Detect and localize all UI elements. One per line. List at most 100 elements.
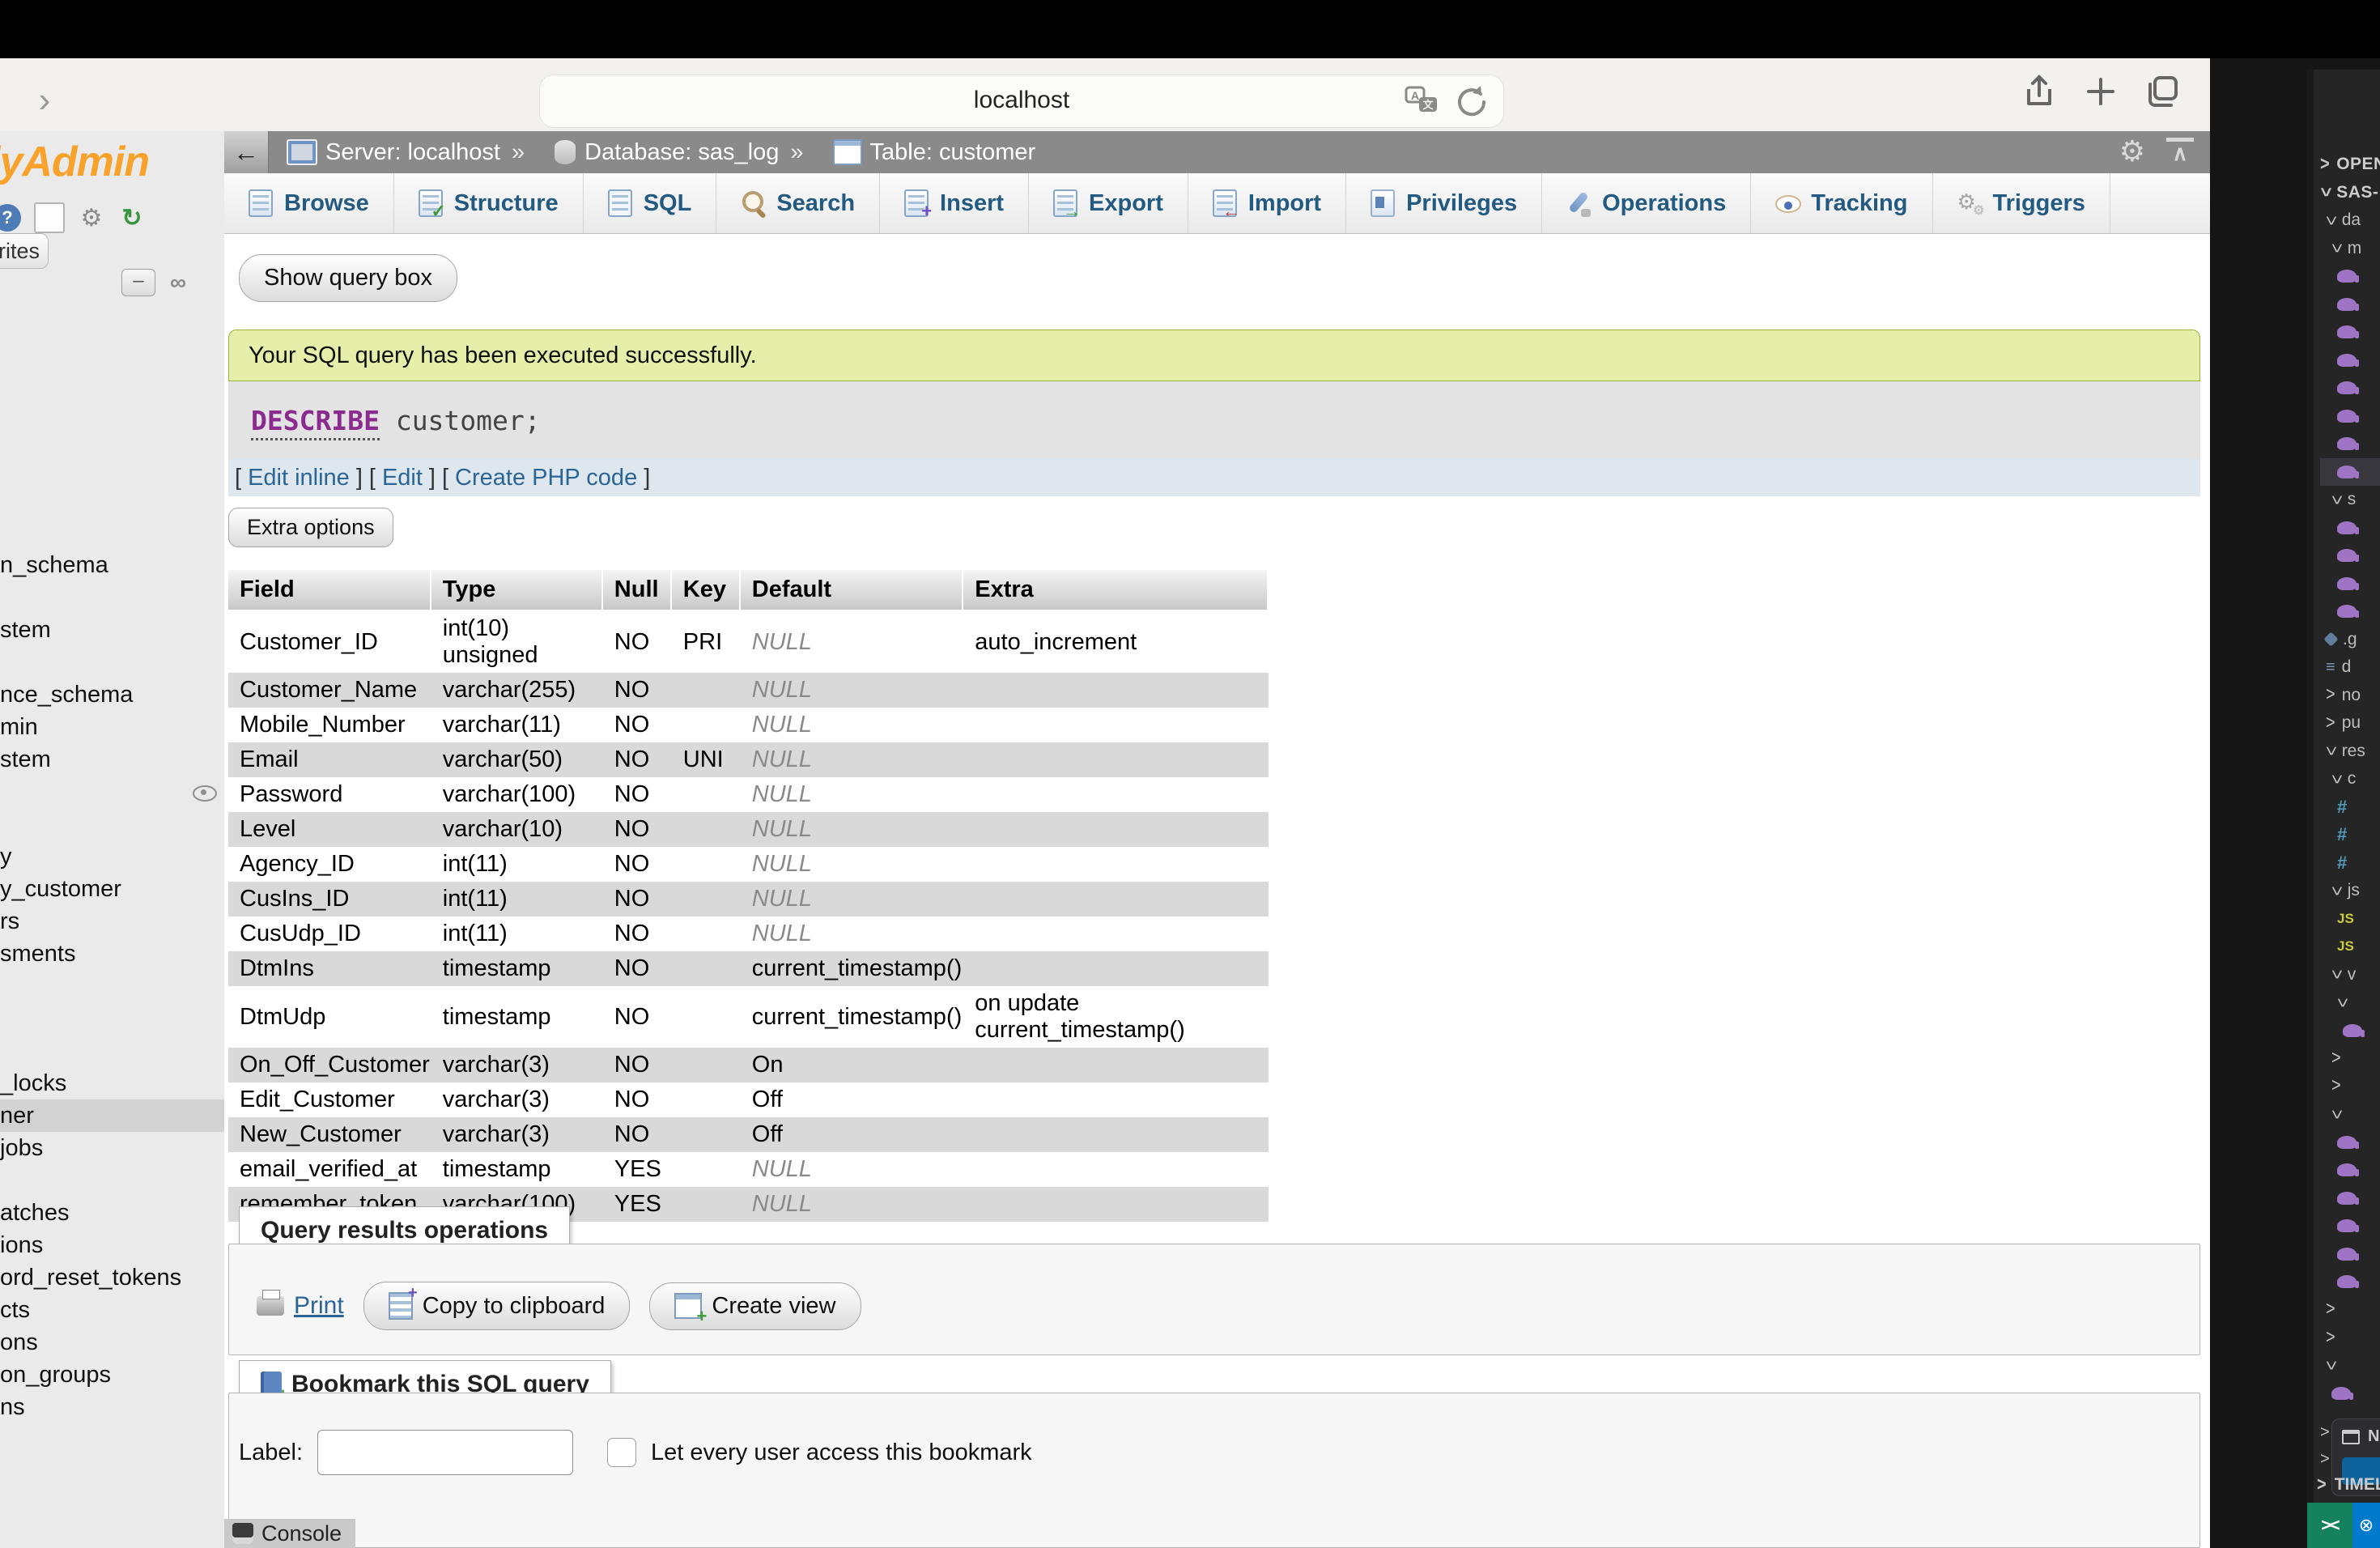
db-tree-item[interactable]: stem [0, 614, 224, 646]
table-row[interactable]: DtmUdptimestampNOcurrent_timestamp()on u… [228, 986, 1269, 1048]
eye-icon[interactable] [193, 785, 217, 802]
table-row[interactable]: On_Off_Customervarchar(3)NOOn [228, 1048, 1269, 1082]
explorer-row[interactable]: >SAS- [2320, 179, 2380, 207]
column-header[interactable]: Null [603, 570, 672, 611]
explorer-row[interactable] [2320, 291, 2380, 319]
explorer-row[interactable] [2320, 1268, 2380, 1296]
explorer-row[interactable] [2320, 402, 2380, 431]
reload-icon[interactable] [1453, 83, 1490, 120]
new-tab-icon[interactable] [2082, 73, 2119, 110]
table-row[interactable]: DtmInstimestampNOcurrent_timestamp() [228, 951, 1269, 986]
explorer-row[interactable] [2320, 1240, 2380, 1269]
table-row[interactable]: Levelvarchar(10)NONULL [228, 812, 1269, 847]
db-tree-item[interactable]: sments [0, 938, 224, 970]
query-link[interactable]: Create PHP code [455, 465, 637, 491]
print-link[interactable]: Print [257, 1292, 344, 1320]
tab-sql[interactable]: SQL [584, 173, 717, 233]
breadcrumb-table[interactable]: Table: customer [870, 139, 1036, 166]
explorer-row[interactable] [2320, 1380, 2380, 1408]
db-tree-item[interactable]: on_groups [0, 1359, 224, 1391]
db-tree-item[interactable]: rs [0, 905, 224, 938]
explorer-row[interactable]: # [2320, 821, 2380, 849]
tab-tracking[interactable]: Tracking [1751, 173, 1932, 233]
collapse-all-icon[interactable]: – [121, 269, 155, 296]
copy-to-clipboard-button[interactable]: Copy to clipboard [363, 1282, 631, 1330]
explorer-row[interactable] [2320, 1017, 2380, 1045]
link-icon[interactable]: ∞ [170, 270, 186, 296]
explorer-row[interactable] [2320, 347, 2380, 375]
explorer-row[interactable]: >res [2320, 738, 2380, 766]
db-tree-item[interactable]: atches [0, 1197, 224, 1229]
help-icon[interactable]: ? [0, 204, 21, 232]
tab-export[interactable]: Export [1029, 173, 1188, 233]
column-header[interactable]: Default [741, 570, 963, 611]
explorer-row[interactable]: >da [2320, 206, 2380, 235]
explorer-row[interactable] [2320, 1212, 2380, 1240]
favorites-button[interactable]: rites [0, 233, 49, 269]
explorer-row[interactable]: JS [2320, 933, 2380, 961]
explorer-row[interactable]: >m [2320, 235, 2380, 263]
db-tree-item[interactable]: _locks [0, 1067, 224, 1099]
db-tree-item[interactable]: ner [0, 1099, 224, 1132]
table-row[interactable]: Agency_IDint(11)NONULL [228, 847, 1269, 882]
db-tree-item[interactable]: cts [0, 1294, 224, 1326]
explorer-row[interactable]: >js [2320, 877, 2380, 905]
bookmark-share-checkbox[interactable] [607, 1438, 636, 1467]
explorer-row[interactable] [2320, 598, 2380, 626]
bookmark-label-input[interactable] [317, 1430, 573, 1475]
db-tree-item[interactable]: ons [0, 1326, 224, 1359]
table-row[interactable]: New_Customervarchar(3)NOOff [228, 1117, 1269, 1152]
document-icon[interactable] [34, 202, 65, 233]
column-header[interactable]: Key [672, 570, 741, 611]
tab-browse[interactable]: Browse [224, 173, 394, 233]
db-tree-item[interactable]: ord_reset_tokens [0, 1261, 224, 1294]
explorer-row[interactable]: > [2320, 1324, 2380, 1352]
tab-triggers[interactable]: Triggers [1933, 173, 2110, 233]
extra-options-button[interactable]: Extra options [228, 508, 393, 547]
show-query-box-button[interactable]: Show query box [239, 254, 457, 302]
collapse-panel-icon[interactable]: ∧ [2166, 138, 2194, 166]
console-bar[interactable]: Console [224, 1519, 355, 1548]
explorer-row[interactable]: >s [2320, 486, 2380, 514]
timeline-section[interactable]: > TIMEL [2317, 1475, 2380, 1495]
explorer-row[interactable]: > [2320, 1352, 2380, 1380]
tab-structure[interactable]: Structure [394, 173, 584, 233]
db-tree-item[interactable]: n_schema [0, 549, 224, 581]
tab-privileges[interactable]: Privileges [1346, 173, 1542, 233]
column-header[interactable]: Field [228, 570, 431, 611]
table-row[interactable]: CusIns_IDint(11)NONULL [228, 882, 1269, 916]
table-row[interactable]: Mobile_Numbervarchar(11)NONULL [228, 708, 1269, 742]
explorer-row[interactable] [2320, 318, 2380, 347]
explorer-row[interactable]: > [2320, 1044, 2380, 1073]
db-tree-item[interactable]: stem [0, 743, 224, 776]
explorer-row[interactable]: > [2320, 1100, 2380, 1129]
vscode-status-bar[interactable]: ⊗ [2352, 1503, 2380, 1548]
explorer-row[interactable] [2320, 262, 2380, 291]
explorer-row[interactable] [2320, 514, 2380, 542]
tab-operations[interactable]: Operations [1542, 173, 1751, 233]
explorer-row[interactable] [2320, 542, 2380, 570]
db-tree-item[interactable]: ions [0, 1229, 224, 1261]
column-header[interactable]: Extra [963, 570, 1269, 611]
translate-icon[interactable]: A 文 [1403, 83, 1440, 120]
explorer-row[interactable]: >pu [2320, 709, 2380, 738]
explorer-row[interactable]: >OPEN [2320, 151, 2380, 179]
back-button[interactable]: ← [224, 131, 269, 173]
chevron-right-icon[interactable]: > [2320, 1423, 2330, 1442]
explorer-row[interactable]: > [2320, 1073, 2380, 1101]
tab-import[interactable]: Import [1188, 173, 1346, 233]
explorer-row[interactable]: # [2320, 793, 2380, 822]
explorer-row[interactable]: .g [2320, 626, 2380, 654]
explorer-row[interactable] [2320, 1156, 2380, 1184]
table-row[interactable]: Edit_Customervarchar(3)NOOff [228, 1082, 1269, 1117]
table-row[interactable]: CusUdp_IDint(11)NONULL [228, 916, 1269, 951]
tab-insert[interactable]: Insert [880, 173, 1029, 233]
explorer-row[interactable]: ≡d [2320, 653, 2380, 682]
db-tree-item[interactable]: min [0, 711, 224, 743]
explorer-row[interactable]: >no [2320, 682, 2380, 710]
explorer-row[interactable]: > [2320, 1296, 2380, 1325]
share-icon[interactable] [2021, 73, 2058, 110]
db-tree-item[interactable] [0, 776, 224, 808]
vscode-remote-indicator[interactable]: >< [2307, 1503, 2352, 1548]
explorer-row[interactable]: > [2320, 989, 2380, 1017]
